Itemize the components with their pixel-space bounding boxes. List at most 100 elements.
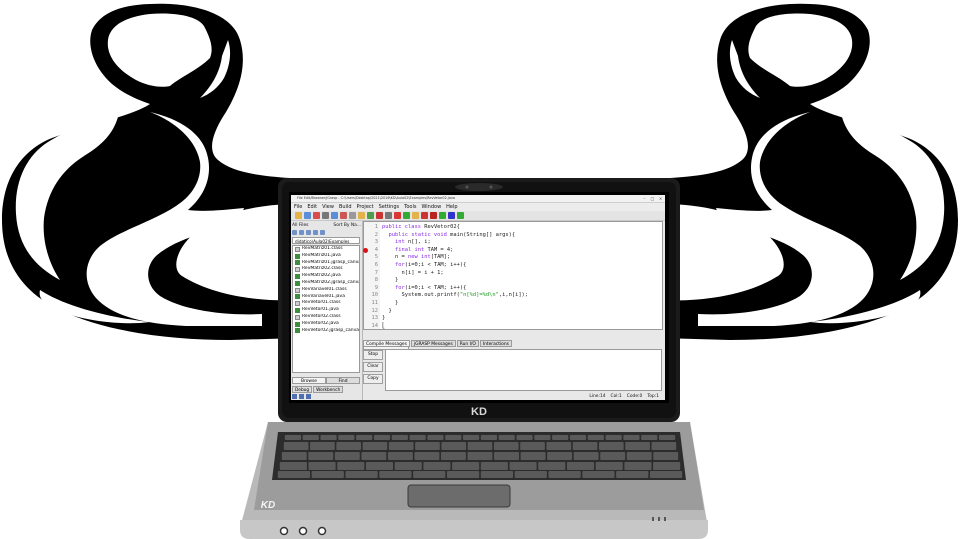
file-name: RevMatriz01.java bbox=[302, 252, 341, 258]
list-item[interactable]: RevVariavel01.class bbox=[293, 287, 359, 294]
keyboard-key bbox=[446, 471, 480, 478]
filter-dropdown[interactable]: All Files bbox=[292, 222, 308, 229]
browse-pane: All Files Sort By Na... didatico\Aula02\… bbox=[291, 221, 363, 400]
list-item[interactable]: RevVetor02.jgrasp_canvas bbox=[293, 328, 359, 335]
keyboard-key bbox=[277, 471, 311, 478]
keyboard-key bbox=[387, 452, 413, 460]
step-icon[interactable] bbox=[439, 212, 446, 219]
keyboard-key bbox=[284, 435, 302, 440]
jar-icon[interactable] bbox=[412, 212, 419, 219]
tab-debug[interactable]: Debug bbox=[292, 386, 313, 393]
keyboard-key bbox=[336, 442, 361, 450]
menu-item-edit[interactable]: Edit bbox=[307, 203, 317, 211]
tab-find[interactable]: Find bbox=[326, 377, 360, 384]
status-code: Code:0 bbox=[626, 394, 643, 399]
compile-icon[interactable] bbox=[367, 212, 374, 219]
code-token: final int bbox=[394, 246, 428, 253]
copy-button[interactable]: Copy bbox=[363, 374, 383, 384]
settings-icon[interactable] bbox=[385, 212, 392, 219]
menu-item-help[interactable]: Help bbox=[446, 203, 457, 211]
new-icon[interactable] bbox=[295, 212, 302, 219]
breakpoint-icon[interactable] bbox=[430, 212, 437, 219]
copy-icon[interactable] bbox=[340, 212, 347, 219]
clear-button[interactable]: Clear bbox=[363, 362, 383, 372]
keyboard-key bbox=[653, 452, 679, 460]
print-icon[interactable] bbox=[322, 212, 329, 219]
path-combo[interactable]: didatico\Aula02\Examples bbox=[292, 237, 360, 244]
paste-icon[interactable] bbox=[349, 212, 356, 219]
save-icon[interactable] bbox=[313, 212, 320, 219]
ide-window: File Edit/Browser/jGrasp - C:\Users\Desk… bbox=[291, 195, 665, 400]
message-output[interactable] bbox=[385, 349, 662, 391]
step-out-icon[interactable] bbox=[306, 394, 311, 399]
find-icon[interactable] bbox=[358, 212, 365, 219]
class-file-icon bbox=[295, 246, 300, 252]
stop-button[interactable]: Stop bbox=[363, 350, 383, 360]
tab-browse[interactable]: Browse bbox=[292, 377, 326, 384]
menu-item-build[interactable]: Build bbox=[339, 203, 352, 211]
menu-item-tools[interactable]: Tools bbox=[404, 203, 416, 211]
tab-workbench[interactable]: Workbench bbox=[313, 386, 344, 393]
tab-compile-messages[interactable]: Compile Messages bbox=[363, 340, 410, 347]
open-icon[interactable] bbox=[304, 212, 311, 219]
menu-item-window[interactable]: Window bbox=[421, 203, 441, 211]
status-bar: Line:14 Col:1 Code:0 Top:1 bbox=[363, 393, 663, 400]
open-icon[interactable] bbox=[320, 230, 325, 235]
viewer-icon[interactable] bbox=[457, 212, 464, 219]
list-item[interactable]: RevVariavel01.java bbox=[293, 294, 359, 301]
keyboard-key bbox=[279, 462, 307, 470]
list-item[interactable]: RevVetor02.java bbox=[293, 321, 359, 328]
new-folder-icon[interactable] bbox=[313, 230, 318, 235]
maximize-icon[interactable]: □ bbox=[650, 196, 655, 201]
list-item[interactable]: RevVetor01.class bbox=[293, 300, 359, 307]
tab-jgrasp-messages[interactable]: jGRASP Messages bbox=[410, 340, 456, 347]
keyboard-key bbox=[409, 435, 426, 440]
step-into-icon[interactable] bbox=[299, 394, 304, 399]
sort-dropdown[interactable]: Sort By Na... bbox=[333, 222, 361, 229]
tab-run-io[interactable]: Run I/O bbox=[456, 340, 479, 347]
debug-icon[interactable] bbox=[394, 212, 401, 219]
home-icon[interactable] bbox=[299, 230, 304, 235]
java-file-icon bbox=[295, 253, 300, 259]
list-item[interactable]: RevMatriz01.jgrasp_canvas bbox=[293, 260, 359, 267]
keyboard-key bbox=[600, 452, 626, 460]
menu-item-project[interactable]: Project bbox=[357, 203, 374, 211]
list-item[interactable]: RevVetor02.class bbox=[293, 314, 359, 321]
browse-toolbar bbox=[292, 230, 361, 236]
cut-icon[interactable] bbox=[331, 212, 338, 219]
code-token: } bbox=[382, 277, 399, 284]
java-file-icon bbox=[295, 260, 300, 266]
code-token: (i=0;i < TAM; i++){ bbox=[404, 284, 467, 291]
stop-icon[interactable] bbox=[376, 212, 383, 219]
close-icon[interactable]: × bbox=[658, 196, 663, 201]
line-number: 14 bbox=[371, 322, 379, 329]
window-icon[interactable] bbox=[448, 212, 455, 219]
status-top: Top:1 bbox=[647, 394, 659, 399]
file-name: RevMatriz01.jgrasp_canvas bbox=[302, 259, 359, 265]
pane-bottom-icons bbox=[292, 394, 332, 399]
step-icon[interactable] bbox=[292, 394, 297, 399]
code-editor[interactable]: 1 public class RevVetor02{2 public static… bbox=[363, 221, 663, 330]
undo-icon[interactable] bbox=[421, 212, 428, 219]
minimize-icon[interactable]: – bbox=[642, 196, 647, 201]
java-file-icon bbox=[295, 294, 300, 300]
menu-item-file[interactable]: File bbox=[294, 203, 302, 211]
list-item[interactable]: RevMatriz01.java bbox=[293, 253, 359, 260]
keyboard-key bbox=[338, 435, 355, 440]
file-name: RevVariavel01.java bbox=[302, 293, 345, 299]
refresh-icon[interactable] bbox=[306, 230, 311, 235]
up-folder-icon[interactable] bbox=[292, 230, 297, 235]
list-item[interactable]: RevMatriz01.class bbox=[293, 246, 359, 253]
keyboard-key bbox=[345, 471, 378, 478]
file-name: RevVetor01.java bbox=[302, 307, 339, 313]
list-item[interactable]: RevMatriz02.jgrasp_canvas bbox=[293, 280, 359, 287]
list-item[interactable]: RevMatriz02.class bbox=[293, 266, 359, 273]
keyboard-key bbox=[415, 442, 440, 450]
menu-item-settings[interactable]: Settings bbox=[379, 203, 400, 211]
list-item[interactable]: RevVetor01.java bbox=[293, 307, 359, 314]
tab-interactions[interactable]: Interactions bbox=[479, 340, 512, 347]
list-item[interactable]: RevMatriz02.java bbox=[293, 273, 359, 280]
run-icon[interactable] bbox=[403, 212, 410, 219]
menu-item-view[interactable]: View bbox=[322, 203, 334, 211]
